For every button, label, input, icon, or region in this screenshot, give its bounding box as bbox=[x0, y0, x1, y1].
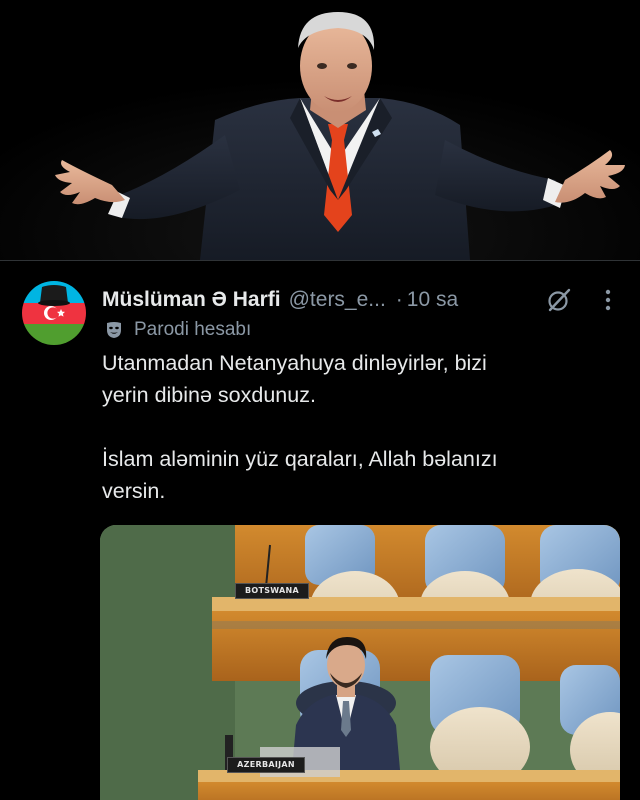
tweet[interactable]: Müslüman Ə Harfi @ters_e... · 10 sa Paro… bbox=[0, 261, 640, 800]
parody-badge: Parodi hesabı bbox=[104, 317, 251, 343]
tweet-header: Müslüman Ə Harfi @ters_e... · 10 sa bbox=[102, 285, 622, 315]
grok-icon[interactable] bbox=[546, 287, 572, 313]
nameplate-botswana: BOTSWANA bbox=[235, 583, 309, 599]
theater-mask-icon bbox=[107, 322, 121, 338]
tweet-text: Utanmadan Netanyahuya dinləyirlər, bizi … bbox=[102, 347, 612, 507]
display-name[interactable]: Müslüman Ə Harfi bbox=[102, 288, 281, 312]
tweet-text-line: Utanmadan Netanyahuya dinləyirlər, bizi bbox=[102, 351, 487, 375]
timestamp[interactable]: 10 sa bbox=[407, 288, 458, 312]
nameplate-azerbaijan: AZERBAIJAN bbox=[227, 757, 305, 773]
tweet-text-line: yerin dibinə soxdunuz. bbox=[102, 383, 316, 407]
avatar[interactable] bbox=[22, 281, 86, 345]
tweet-text-line: İslam aləminin yüz qaraları, Allah bəlan… bbox=[102, 447, 498, 471]
handle[interactable]: @ters_e... bbox=[289, 288, 386, 312]
header-photo bbox=[0, 0, 640, 260]
tweet-text-line: versin. bbox=[102, 479, 166, 503]
separator-dot: · bbox=[395, 288, 403, 311]
parody-label: Parodi hesabı bbox=[134, 319, 252, 340]
azerbaijan-flag-avatar-icon bbox=[22, 281, 86, 345]
speaker-illustration bbox=[0, 0, 640, 260]
more-options-icon[interactable] bbox=[598, 287, 618, 313]
tweet-media-photo[interactable]: BOTSWANA AZERBAIJAN bbox=[100, 525, 620, 800]
assembly-hall-illustration bbox=[100, 525, 620, 800]
